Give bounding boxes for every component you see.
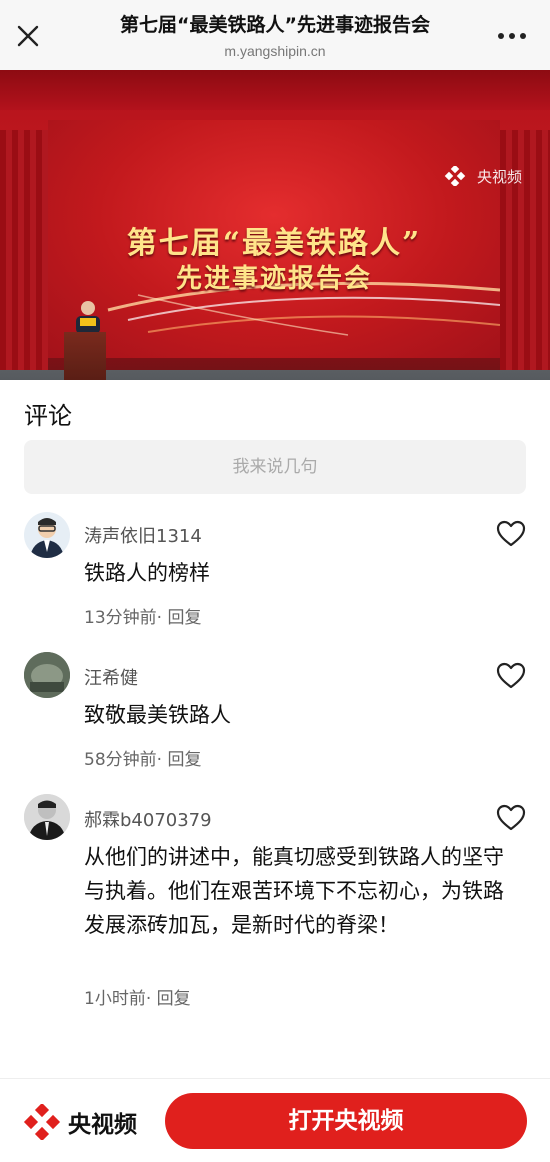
more-dots-icon[interactable]	[496, 26, 528, 46]
heart-icon[interactable]	[496, 662, 526, 690]
open-app-button[interactable]: 打开央视频	[165, 1093, 527, 1149]
reply-button[interactable]: 回复	[167, 750, 201, 770]
yangshipin-watermark-logo-icon	[444, 166, 466, 186]
comment-meta: 58分钟前· 回复	[84, 745, 201, 770]
comment-item: 郝霖b4070379 从他们的讲述中，能真切感受到铁路人的坚守与执着。他们在艰苦…	[0, 792, 550, 1022]
bottom-bar: 央视频 打开央视频	[0, 1078, 550, 1162]
stage-ceiling	[0, 70, 550, 110]
comment-time: 13分钟前	[84, 608, 157, 628]
heart-icon[interactable]	[496, 804, 526, 832]
avatar[interactable]	[24, 794, 70, 840]
comment-item: 涛声依旧1314 铁路人的榜样 13分钟前· 回复	[0, 508, 550, 638]
comment-time: 58分钟前	[84, 750, 157, 770]
avatar[interactable]	[24, 512, 70, 558]
comment-item: 汪希健 致敬最美铁路人 58分钟前· 回复	[0, 650, 550, 780]
top-bar: 第七届“最美铁路人”先进事迹报告会 m.yangshipin.cn	[0, 0, 550, 70]
comment-time: 1小时前	[84, 989, 146, 1009]
comment-input[interactable]: 我来说几句	[24, 440, 526, 494]
comment-meta: 13分钟前· 回复	[84, 603, 201, 628]
video-player[interactable]: 第七届“最美铁路人” 先进事迹报告会 央视频	[0, 70, 550, 380]
comment-username[interactable]: 郝霖b4070379	[84, 806, 212, 832]
comment-text: 从他们的讲述中，能真切感受到铁路人的坚守与执着。他们在艰苦环境下不忘初心，为铁路…	[84, 845, 504, 937]
reply-button[interactable]: 回复	[157, 989, 191, 1009]
heart-icon[interactable]	[496, 520, 526, 548]
reply-button[interactable]: 回复	[167, 608, 201, 628]
comment-text: 铁路人的榜样	[84, 561, 210, 585]
brand-name: 央视频	[68, 1112, 137, 1138]
speaker-figure	[76, 301, 100, 334]
meta-separator: ·	[156, 750, 163, 770]
podium	[64, 332, 106, 380]
comment-username[interactable]: 汪希健	[84, 664, 138, 690]
avatar[interactable]	[24, 652, 70, 698]
comment-meta: 1小时前· 回复	[84, 984, 191, 1009]
comment-text: 致敬最美铁路人	[84, 703, 231, 727]
screen-title-line1: 第七届“最美铁路人”	[126, 226, 422, 261]
comment-username[interactable]: 涛声依旧1314	[84, 522, 202, 548]
meta-separator: ·	[156, 608, 163, 628]
yangshipin-logo-icon	[23, 1104, 61, 1140]
comments-heading: 评论	[24, 402, 72, 430]
video-watermark: 央视频	[476, 168, 522, 186]
page-url: m.yangshipin.cn	[224, 43, 326, 59]
screen-title-line2: 先进事迹报告会	[175, 264, 372, 294]
meta-separator: ·	[145, 989, 152, 1009]
close-icon[interactable]	[14, 22, 42, 50]
stage-side-panel-left	[0, 130, 48, 370]
page-title: 第七届“最美铁路人”先进事迹报告会	[120, 14, 430, 36]
